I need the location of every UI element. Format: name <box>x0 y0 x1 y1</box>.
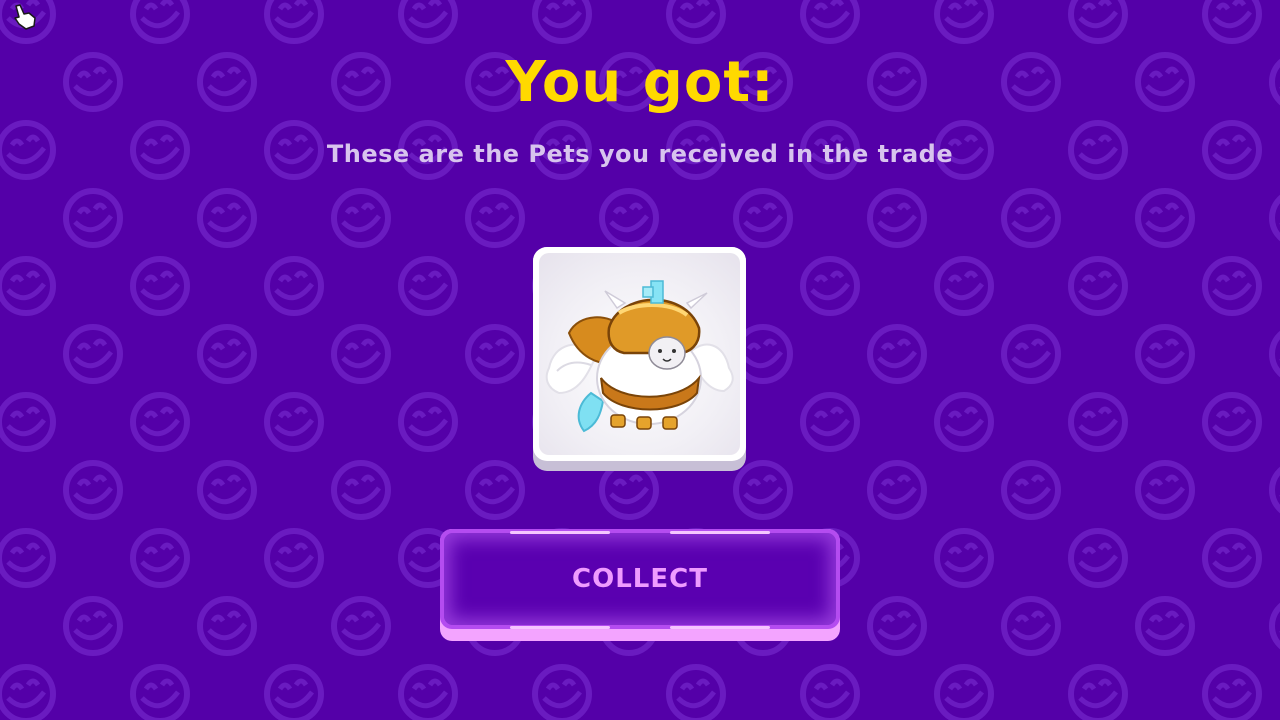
smiley-pattern-icon <box>0 528 56 588</box>
smiley-pattern-icon <box>532 0 592 44</box>
smiley-pattern-icon <box>1202 528 1262 588</box>
smiley-pattern-icon <box>733 460 793 520</box>
smiley-pattern-icon <box>0 392 56 452</box>
smiley-pattern-icon <box>465 460 525 520</box>
smiley-pattern-icon <box>1202 392 1262 452</box>
smiley-pattern-icon <box>331 188 391 248</box>
smiley-pattern-icon <box>197 460 257 520</box>
smiley-pattern-icon <box>398 664 458 720</box>
button-bottom-highlight <box>510 626 610 629</box>
smiley-pattern-icon <box>1068 0 1128 44</box>
smiley-pattern-icon <box>130 392 190 452</box>
smiley-pattern-icon <box>197 596 257 656</box>
smiley-pattern-icon <box>1068 528 1128 588</box>
smiley-pattern-icon <box>934 256 994 316</box>
smiley-pattern-icon <box>867 596 927 656</box>
smiley-pattern-icon <box>1001 596 1061 656</box>
smiley-pattern-icon <box>264 528 324 588</box>
smiley-pattern-icon <box>867 460 927 520</box>
collect-button-label: COLLECT <box>572 564 708 594</box>
smiley-pattern-icon <box>398 0 458 44</box>
smiley-pattern-icon <box>666 0 726 44</box>
smiley-pattern-icon <box>1001 460 1061 520</box>
smiley-pattern-icon <box>331 596 391 656</box>
smiley-pattern-icon <box>1135 596 1195 656</box>
smiley-pattern-icon <box>130 664 190 720</box>
smiley-pattern-icon <box>264 0 324 44</box>
page-title: You got: <box>505 50 775 115</box>
smiley-pattern-icon <box>63 188 123 248</box>
pointer-hand-cursor-icon <box>14 4 36 30</box>
smiley-pattern-icon <box>934 392 994 452</box>
smiley-pattern-icon <box>532 664 592 720</box>
smiley-pattern-icon <box>1001 188 1061 248</box>
smiley-pattern-icon <box>934 0 994 44</box>
smiley-pattern-icon <box>1202 256 1262 316</box>
smiley-pattern-icon <box>130 256 190 316</box>
smiley-pattern-icon <box>0 664 56 720</box>
smiley-pattern-icon <box>867 324 927 384</box>
button-bottom-highlight <box>670 626 770 629</box>
smiley-pattern-icon <box>1269 602 1280 650</box>
smiley-pattern-icon <box>800 392 860 452</box>
smiley-pattern-icon <box>264 664 324 720</box>
smiley-pattern-icon <box>264 392 324 452</box>
smiley-pattern-icon <box>1269 194 1280 242</box>
smiley-pattern-icon <box>63 324 123 384</box>
smiley-pattern-icon <box>934 664 994 720</box>
smiley-pattern-icon <box>1068 256 1128 316</box>
smiley-pattern-icon <box>1135 460 1195 520</box>
smiley-pattern-icon <box>465 324 525 384</box>
smiley-pattern-icon <box>800 0 860 44</box>
smiley-pattern-icon <box>398 392 458 452</box>
armored-golden-pet-icon <box>545 280 734 433</box>
smiley-pattern-icon <box>1135 188 1195 248</box>
smiley-pattern-icon <box>599 460 659 520</box>
pet-card[interactable] <box>533 247 746 471</box>
smiley-pattern-icon <box>1202 0 1262 44</box>
smiley-pattern-icon <box>63 460 123 520</box>
smiley-pattern-icon <box>130 0 190 44</box>
smiley-pattern-icon <box>800 256 860 316</box>
smiley-pattern-icon <box>331 460 391 520</box>
smiley-pattern-icon <box>197 324 257 384</box>
smiley-pattern-icon <box>1135 324 1195 384</box>
smiley-pattern-icon <box>934 528 994 588</box>
smiley-pattern-icon <box>867 188 927 248</box>
smiley-pattern-icon <box>130 528 190 588</box>
button-top-highlight <box>670 531 770 534</box>
smiley-pattern-icon <box>398 256 458 316</box>
smiley-pattern-icon <box>599 188 659 248</box>
smiley-pattern-icon <box>800 664 860 720</box>
smiley-pattern-icon <box>0 256 56 316</box>
smiley-pattern-icon <box>331 324 391 384</box>
pet-image <box>539 253 740 455</box>
button-top-highlight <box>510 531 610 534</box>
smiley-pattern-icon <box>1068 664 1128 720</box>
page-subtitle: These are the Pets you received in the t… <box>326 140 954 168</box>
smiley-pattern-icon <box>666 664 726 720</box>
collect-button[interactable]: COLLECT <box>440 529 840 641</box>
smiley-pattern-icon <box>264 256 324 316</box>
smiley-pattern-icon <box>1068 392 1128 452</box>
smiley-pattern-icon <box>1202 664 1262 720</box>
smiley-pattern-icon <box>63 596 123 656</box>
smiley-pattern-icon <box>197 188 257 248</box>
smiley-pattern-icon <box>1269 466 1280 514</box>
smiley-pattern-icon <box>465 188 525 248</box>
smiley-pattern-icon <box>1001 324 1061 384</box>
smiley-pattern-icon <box>1269 330 1280 378</box>
smiley-pattern-icon <box>733 188 793 248</box>
